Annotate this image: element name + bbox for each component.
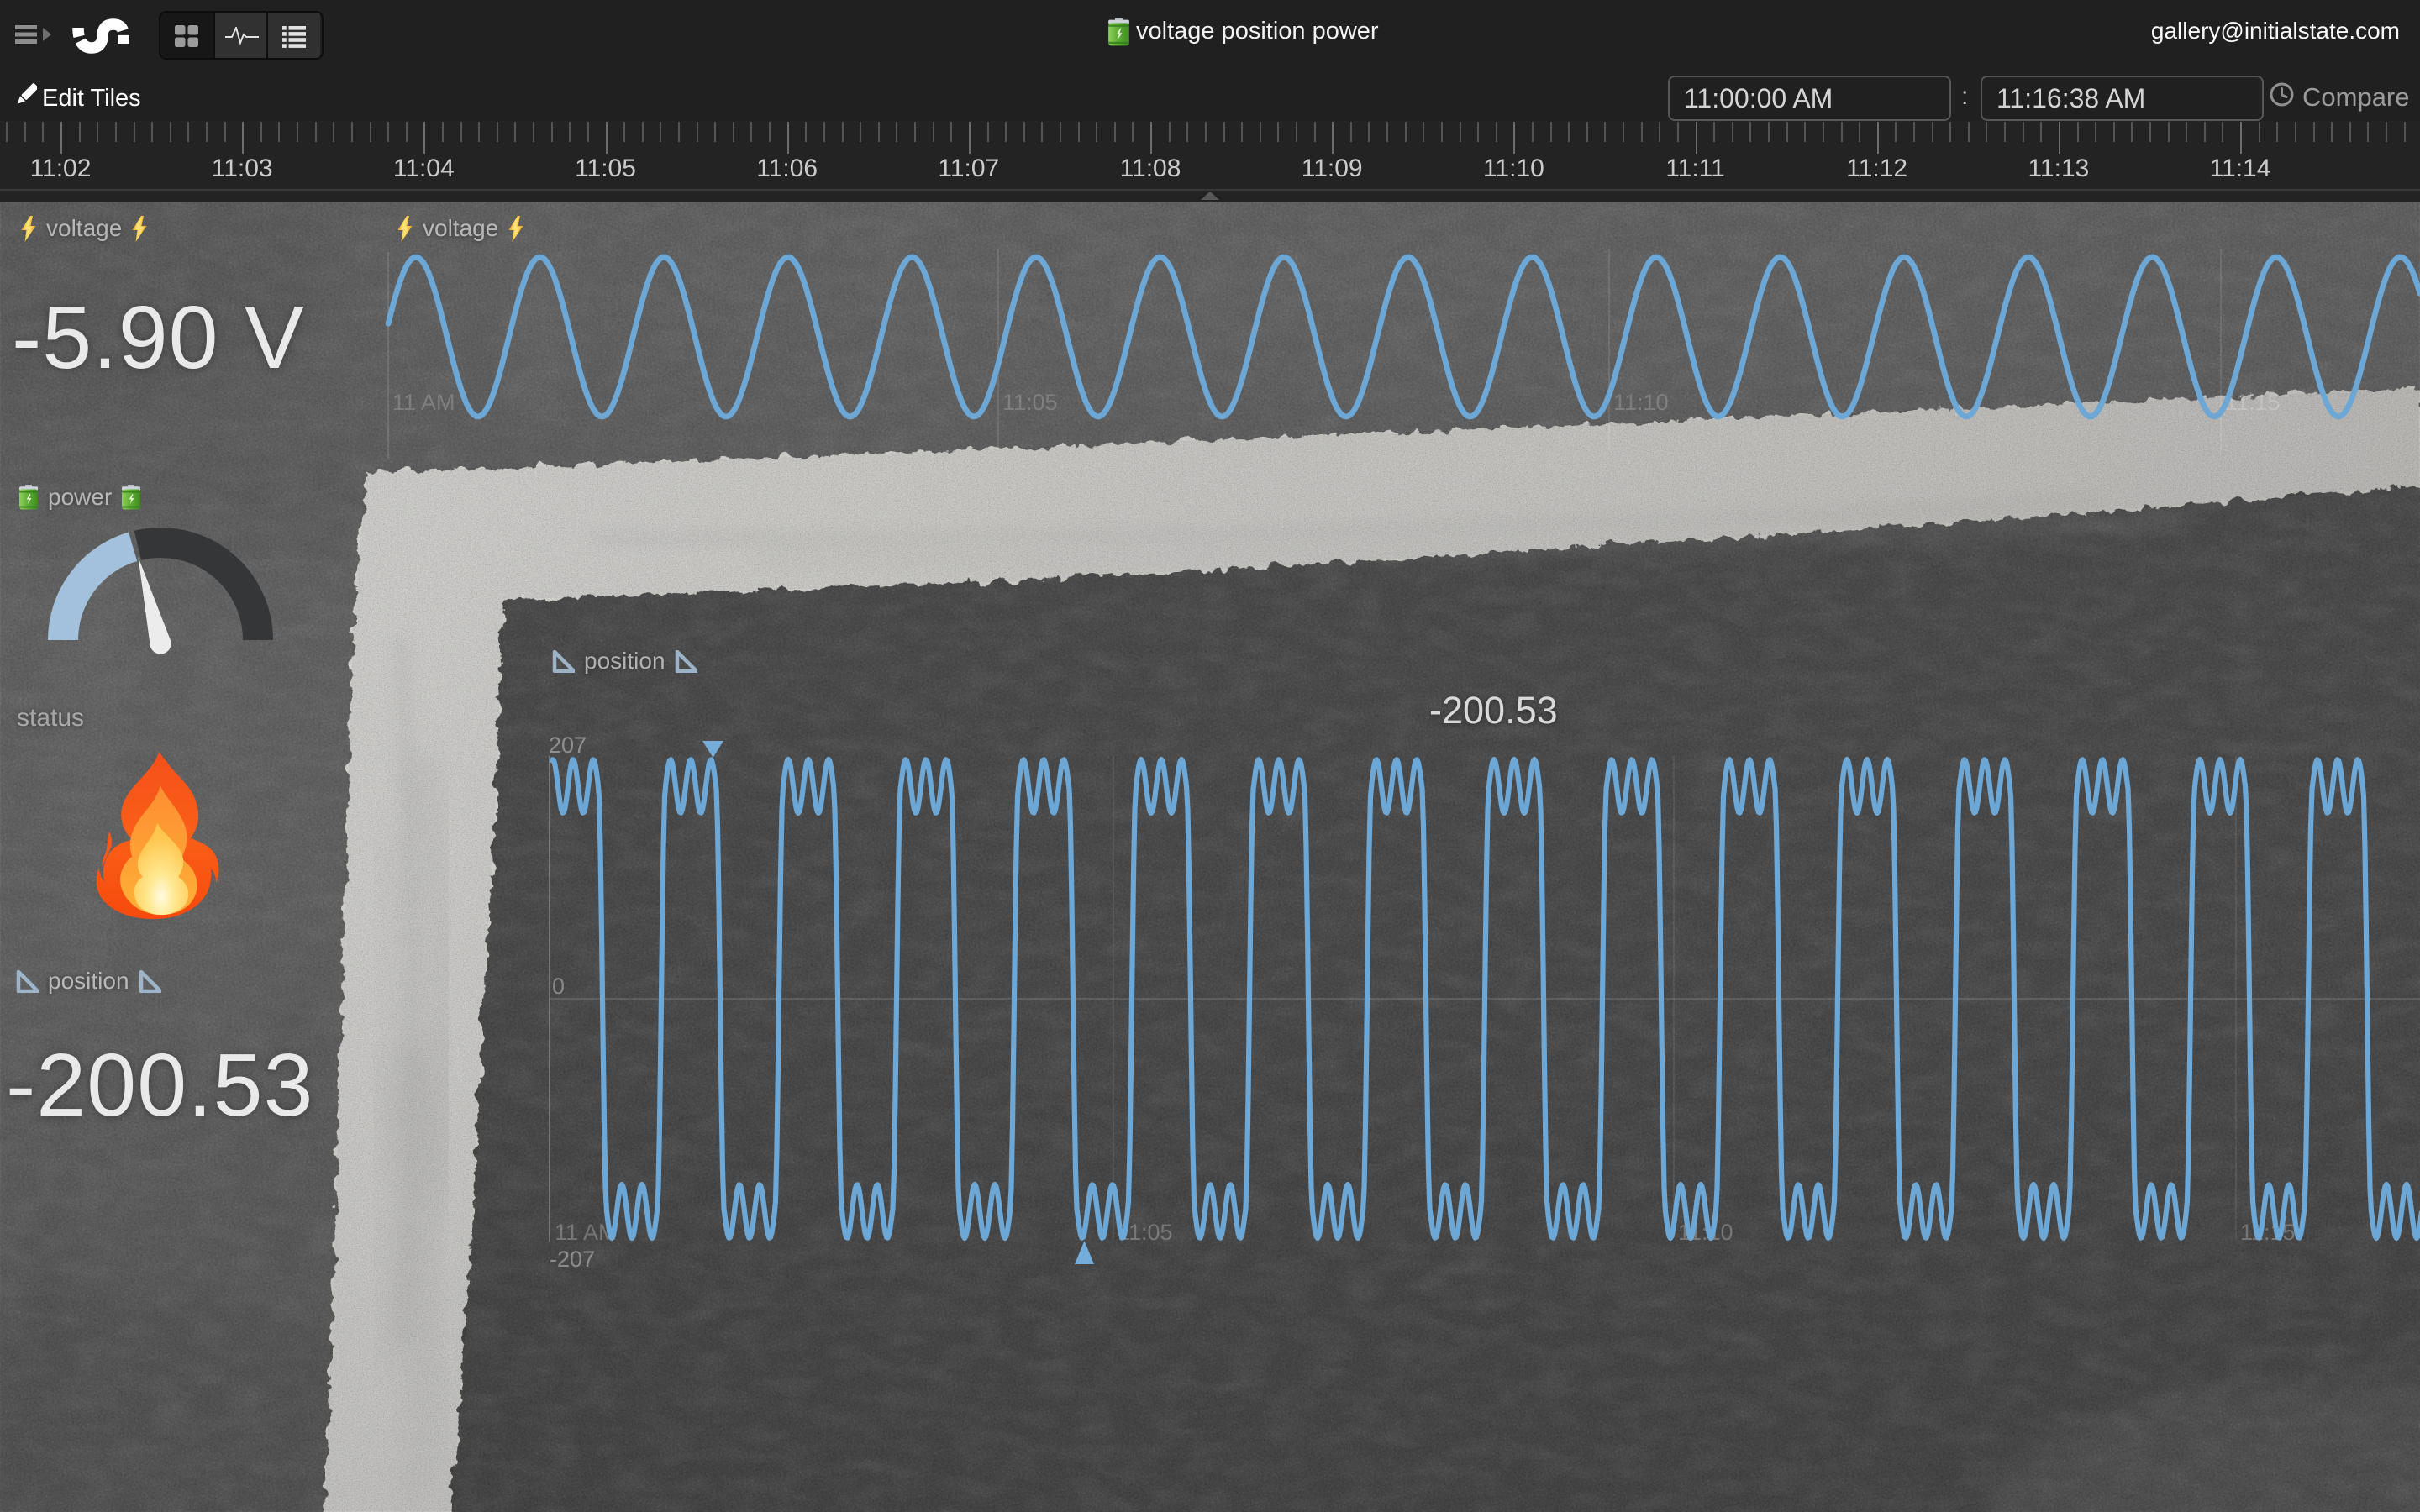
svg-text:-207: -207 xyxy=(550,1247,595,1272)
svg-text:0: 0 xyxy=(552,974,565,999)
svg-text:11:10: 11:10 xyxy=(1613,390,1669,415)
svg-text:11 AM: 11 AM xyxy=(392,390,455,415)
svg-text:11:15: 11:15 xyxy=(2225,390,2281,415)
svg-text:11:05: 11:05 xyxy=(1002,390,1058,415)
svg-text:207: 207 xyxy=(549,732,587,758)
svg-text:11:15: 11:15 xyxy=(2240,1220,2296,1245)
